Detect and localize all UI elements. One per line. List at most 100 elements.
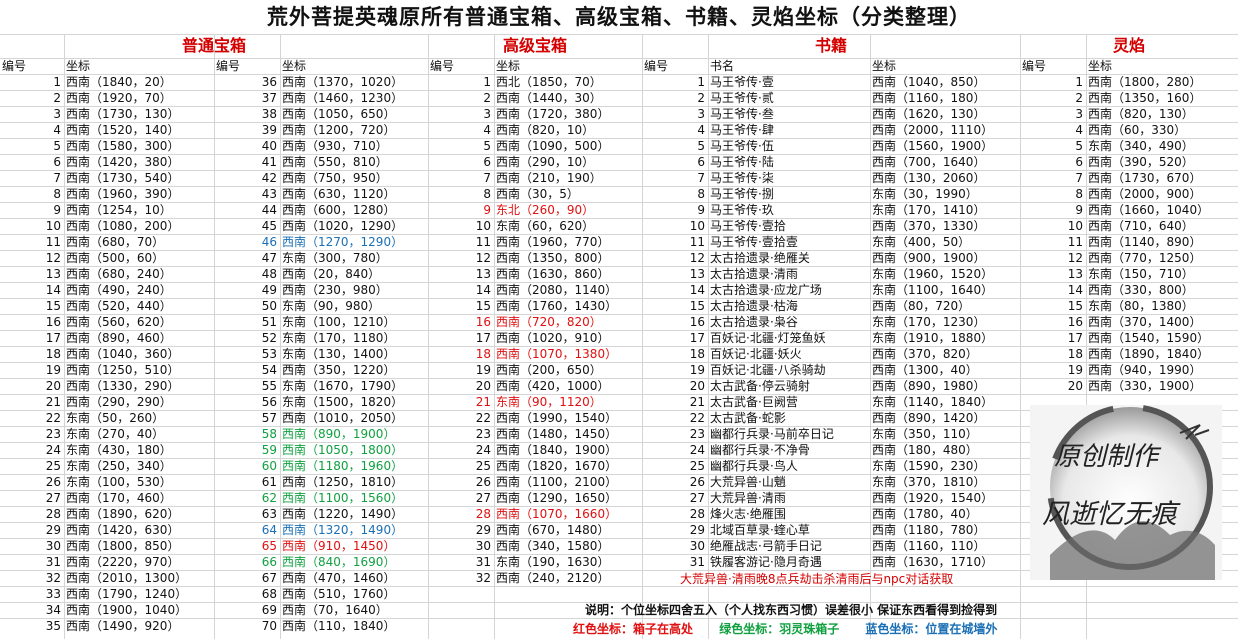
normal-chest-col-b: 编号 坐标 36 西南（1370，1020） 37 西南（1460，1230） 38 西南（1…	[214, 58, 428, 634]
row-number: 12	[475, 251, 491, 265]
books-col: 编号 书名 坐标 1 马王爷传·壹 西南（1040，850） 2 马王爷传·贰 西南（1160，…	[642, 58, 1020, 570]
table-row: 1 西南（1840，20）	[0, 74, 214, 90]
table-row: 9 东北（260，90）	[428, 202, 642, 218]
row-coord: 西南（1320，1490）	[282, 523, 404, 537]
table-row: 16 西南（560，620）	[0, 314, 214, 330]
row-coord: 西南（1440，30）	[496, 91, 602, 105]
book-name: 百妖记·北疆·八杀骑劫	[710, 363, 826, 377]
row-coord: 东南（370，1810）	[872, 475, 986, 489]
table-row: 38 西南（1050，650）	[214, 106, 428, 122]
book-name: 马王爷传·壹拾	[710, 219, 786, 233]
row-coord: 西南（1080，200）	[66, 219, 180, 233]
row-number: 7	[697, 171, 705, 185]
row-coord: 西南（1490，920）	[66, 619, 180, 633]
row-coord: 西南（30，5）	[496, 187, 579, 201]
row-number: 47	[261, 251, 277, 265]
table-row: 10 马王爷传·壹拾 西南（370，1330）	[642, 218, 1020, 234]
row-number: 15	[475, 299, 491, 313]
row-number: 51	[261, 315, 277, 329]
row-coord: 西南（1730，670）	[1088, 171, 1202, 185]
row-number: 16	[1067, 315, 1083, 329]
row-number: 13	[475, 267, 491, 281]
table-row: 34 西南（1900，1040）	[0, 602, 214, 618]
header-coord: 坐标	[1088, 59, 1113, 73]
row-number: 17	[1067, 331, 1083, 345]
table-row: 2 马王爷传·贰 西南（1160，180）	[642, 90, 1020, 106]
row-number: 58	[261, 427, 277, 441]
table-row: 5 西南（1090，500）	[428, 138, 642, 154]
row-number: 15	[45, 299, 61, 313]
table-row: 19 西南（1250，510）	[0, 362, 214, 378]
table-row: 9 西南（1660，1040）	[1020, 202, 1238, 218]
row-coord: 西南（1800，850）	[66, 539, 180, 553]
table-row: 12 西南（770，1250）	[1020, 250, 1238, 266]
table-row: 16 西南（370，1400）	[1020, 314, 1238, 330]
table-row: 9 西南（1254，10）	[0, 202, 214, 218]
row-number: 3	[697, 107, 705, 121]
table-row: 4 西南（820，10）	[428, 122, 642, 138]
table-row: 20 西南（1330，290）	[0, 378, 214, 394]
book-name: 太古武备·停云骑射	[710, 379, 810, 393]
row-number: 37	[261, 91, 277, 105]
table-row: 7 西南（1730，670）	[1020, 170, 1238, 186]
book-acquire-note: 大荒异兽·清雨晚8点兵劫击杀清雨后与npc对话获取	[680, 572, 954, 586]
table-row: 12 西南（1350，800）	[428, 250, 642, 266]
row-number: 45	[261, 219, 277, 233]
table-row: 70 西南（110，1840）	[214, 618, 428, 634]
row-number: 16	[45, 315, 61, 329]
row-coord: 西南（630，1120）	[282, 187, 396, 201]
row-number: 27	[475, 491, 491, 505]
table-row: 12 西南（500，60）	[0, 250, 214, 266]
row-coord: 西南（130，2060）	[872, 171, 986, 185]
row-coord: 西南（390，520）	[1088, 155, 1194, 169]
table-row: 26 西南（1100，2100）	[428, 474, 642, 490]
table-row: 6 西南（390，520）	[1020, 154, 1238, 170]
row-number: 20	[45, 379, 61, 393]
row-coord: 西南（1290，1650）	[496, 491, 618, 505]
table-row: 58 西南（890，1900）	[214, 426, 428, 442]
row-coord: 西南（1250，510）	[66, 363, 180, 377]
table-row: 47 东南（300，780）	[214, 250, 428, 266]
row-number: 18	[45, 347, 61, 361]
table-row: 26 东南（100，530）	[0, 474, 214, 490]
row-number: 7	[1075, 171, 1083, 185]
book-name: 烽火志·绝雁围	[710, 507, 786, 521]
row-number: 23	[45, 427, 61, 441]
row-number: 11	[1067, 235, 1083, 249]
table-row: 57 西南（1010，2050）	[214, 410, 428, 426]
flame-col: 编号 坐标 1 西南（1800，280） 2 西南（1350，160） 3 西南（820，13…	[1020, 58, 1238, 394]
row-number: 44	[261, 203, 277, 217]
header-num: 编号	[644, 59, 669, 73]
row-coord: 东南（130，1400）	[282, 347, 396, 361]
table-row: 63 西南（1220，1490）	[214, 506, 428, 522]
row-coord: 西南（720，820）	[496, 315, 602, 329]
row-number: 10	[1067, 219, 1083, 233]
table-row: 10 西南（1080，200）	[0, 218, 214, 234]
row-coord: 东南（90，1120）	[496, 395, 602, 409]
row-coord: 东南（60，620）	[496, 219, 595, 233]
row-coord: 东南（250，340）	[66, 459, 172, 473]
row-number: 19	[1067, 363, 1083, 377]
table-row: 49 西南（230，980）	[214, 282, 428, 298]
table-row: 22 东南（50，260）	[0, 410, 214, 426]
table-row: 60 西南（1180，1960）	[214, 458, 428, 474]
row-coord: 西南（670，1480）	[496, 523, 610, 537]
table-row: 20 太古武备·停云骑射 西南（890，1980）	[642, 378, 1020, 394]
table-row: 3 西南（1730，130）	[0, 106, 214, 122]
table-row: 11 马王爷传·壹拾壹 东南（400，50）	[642, 234, 1020, 250]
row-coord: 西南（1960，770）	[496, 235, 610, 249]
table-row: 35 西南（1490，920）	[0, 618, 214, 634]
book-name: 幽都行兵录·鸟人	[710, 459, 798, 473]
row-number: 25	[475, 459, 491, 473]
row-number: 39	[261, 123, 277, 137]
row-coord: 西南（1800，280）	[1088, 75, 1202, 89]
row-coord: 西南（930，710）	[282, 139, 388, 153]
row-number: 9	[53, 203, 61, 217]
row-coord: 西南（1960，390）	[66, 187, 180, 201]
row-coord: 西南（680，70）	[66, 235, 165, 249]
table-row: 67 西南（470，1460）	[214, 570, 428, 586]
table-row: 18 西南（1040，360）	[0, 346, 214, 362]
table-row: 20 西南（420，1000）	[428, 378, 642, 394]
table-row: 24 西南（1840，1900）	[428, 442, 642, 458]
table-row: 59 西南（1050，1800）	[214, 442, 428, 458]
